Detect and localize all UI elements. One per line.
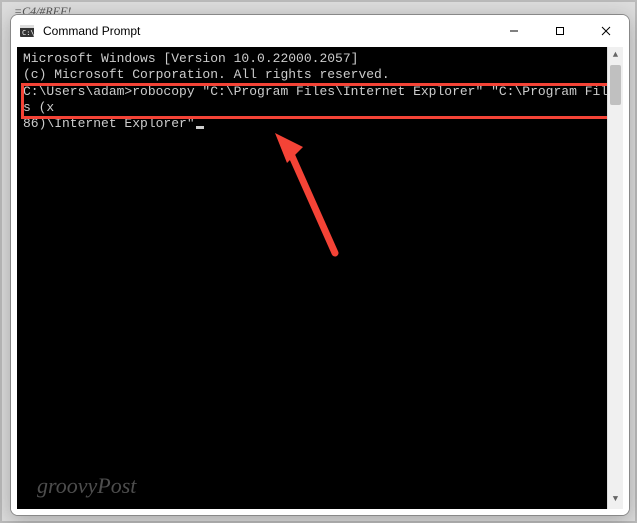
minimize-button[interactable] bbox=[491, 15, 537, 47]
cursor-icon bbox=[196, 126, 204, 129]
terminal-command-line: 86)\Internet Explorer" bbox=[23, 116, 617, 132]
svg-text:C:\: C:\ bbox=[22, 29, 35, 37]
command-prompt-window: C:\ Command Prompt Microsoft Windows [Ve… bbox=[10, 14, 630, 516]
window-title: Command Prompt bbox=[43, 24, 491, 38]
scroll-thumb[interactable] bbox=[610, 65, 621, 105]
terminal-output[interactable]: Microsoft Windows [Version 10.0.22000.20… bbox=[17, 47, 623, 509]
terminal-line: (c) Microsoft Corporation. All rights re… bbox=[23, 67, 617, 83]
scroll-up-button[interactable]: ▲ bbox=[608, 47, 623, 65]
annotation-arrow-icon bbox=[273, 133, 353, 263]
scroll-track[interactable] bbox=[608, 65, 623, 491]
window-controls bbox=[491, 15, 629, 47]
cmd-icon: C:\ bbox=[19, 23, 35, 39]
watermark: groovyPost bbox=[37, 472, 136, 500]
close-button[interactable] bbox=[583, 15, 629, 47]
terminal-command-line: C:\Users\adam>robocopy "C:\Program Files… bbox=[23, 84, 617, 117]
terminal-line: Microsoft Windows [Version 10.0.22000.20… bbox=[23, 51, 617, 67]
scroll-down-button[interactable]: ▼ bbox=[608, 491, 623, 509]
titlebar[interactable]: C:\ Command Prompt bbox=[11, 15, 629, 47]
scrollbar[interactable]: ▲ ▼ bbox=[607, 47, 623, 509]
maximize-button[interactable] bbox=[537, 15, 583, 47]
